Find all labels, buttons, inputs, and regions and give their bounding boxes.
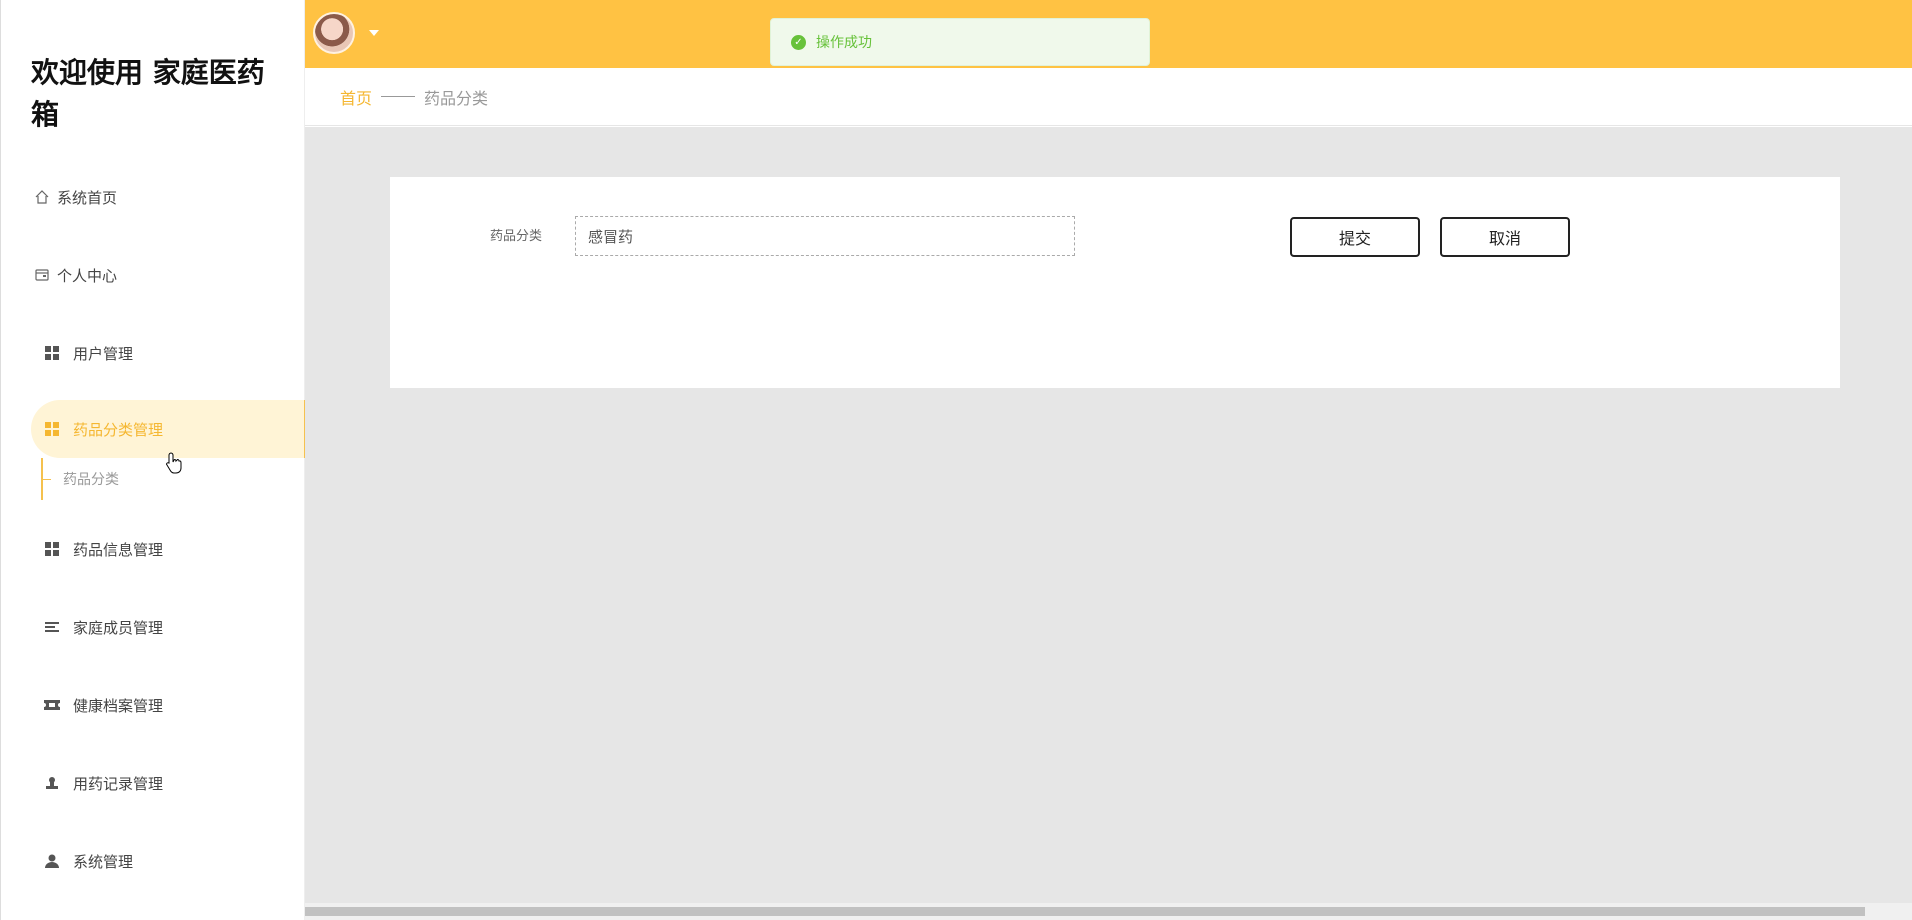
sidebar-item-label: 药品信息管理: [73, 540, 164, 559]
sidebar-item-label: 用药记录管理: [73, 774, 164, 793]
sidebar-item-label: 用户管理: [73, 344, 134, 363]
stamp-icon: [41, 772, 63, 794]
breadcrumb-home[interactable]: 首页: [340, 85, 372, 109]
cancel-button[interactable]: 取消: [1440, 217, 1570, 257]
sidebar-item-family-member-management[interactable]: 家庭成员管理: [31, 598, 306, 656]
avatar[interactable]: [313, 12, 355, 54]
sidebar-item-label: 系统首页: [57, 188, 118, 207]
grid-icon: [41, 418, 63, 440]
home-icon: [31, 186, 53, 208]
submenu-dash: [43, 478, 51, 480]
sidebar-item-medicine-info-management[interactable]: 药品信息管理: [31, 520, 306, 578]
sidebar-item-label: 家庭成员管理: [73, 618, 164, 637]
grid-icon: [41, 538, 63, 560]
success-toast: ✓ 操作成功: [770, 18, 1150, 66]
sidebar-item-label: 健康档案管理: [73, 696, 164, 715]
sidebar-item-system-management[interactable]: 系统管理: [31, 832, 306, 890]
sidebar-item-label: 系统管理: [73, 852, 134, 871]
sidebar-item-health-record-management[interactable]: 健康档案管理: [31, 676, 306, 734]
horizontal-scrollbar[interactable]: [305, 903, 1912, 920]
sidebar-item-user-management[interactable]: 用户管理: [31, 324, 306, 382]
toast-message: 操作成功: [816, 35, 872, 51]
medicine-category-input[interactable]: 感冒药: [575, 216, 1075, 256]
main-content: 药品分类 感冒药 提交 取消: [305, 127, 1912, 903]
sidebar-item-home[interactable]: 系统首页: [31, 168, 306, 226]
breadcrumb: 首页 药品分类: [305, 68, 1912, 126]
breadcrumb-current: 药品分类: [424, 88, 489, 108]
form-card: 药品分类 感冒药 提交 取消: [390, 177, 1840, 388]
list-icon: [41, 616, 63, 638]
chevron-down-icon[interactable]: [369, 30, 379, 36]
sidebar-item-label: 个人中心: [57, 266, 118, 285]
card-icon: [31, 264, 53, 286]
submit-button[interactable]: 提交: [1290, 217, 1420, 257]
sidebar-item-personal-center[interactable]: 个人中心: [31, 246, 306, 304]
medicine-category-label: 药品分类: [490, 229, 543, 244]
user-icon: [41, 850, 63, 872]
check-circle-icon: ✓: [791, 34, 806, 50]
submenu-item-label: 药品分类: [63, 472, 119, 488]
app-title: 欢迎使用 家庭医药箱: [31, 56, 265, 131]
sidebar: 欢迎使用 家庭医药箱 系统首页 个人中心 用户管理 药品分类管理 药品分类 药品…: [0, 0, 306, 920]
sidebar-item-label: 药品分类管理: [73, 420, 164, 439]
grid-icon: [41, 342, 63, 364]
scrollbar-thumb[interactable]: [305, 907, 1865, 916]
hand-cursor-icon: [166, 452, 182, 474]
submenu-item-medicine-category[interactable]: 药品分类: [41, 458, 281, 500]
breadcrumb-separator: [381, 96, 416, 97]
ticket-icon: [41, 694, 63, 716]
sidebar-item-medicine-category-management[interactable]: 药品分类管理: [31, 400, 306, 458]
sidebar-item-medication-record-management[interactable]: 用药记录管理: [31, 754, 306, 812]
